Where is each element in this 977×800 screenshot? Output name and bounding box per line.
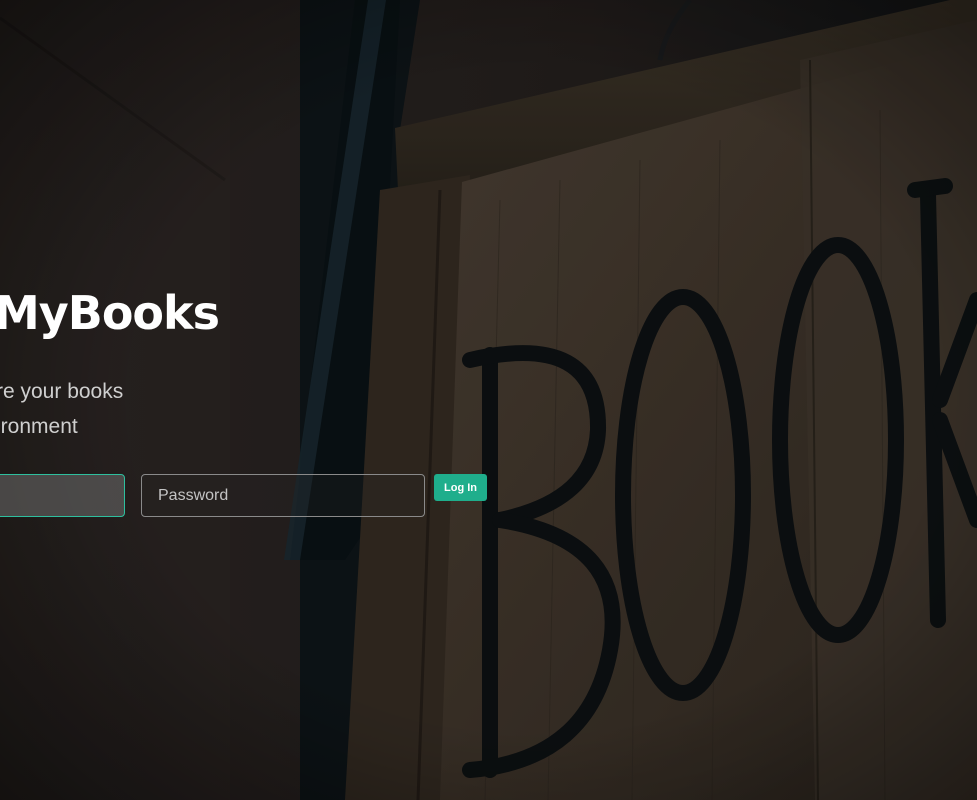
subtitle-line-1: re your books: [0, 380, 124, 403]
subtitle-line-2: ironment: [0, 415, 78, 438]
app-title: MyBooks: [0, 286, 220, 340]
app-subtitle: re your books ironment: [0, 374, 196, 444]
email-input[interactable]: [0, 474, 125, 517]
login-button[interactable]: Log In: [434, 474, 487, 501]
password-input[interactable]: [141, 474, 425, 517]
